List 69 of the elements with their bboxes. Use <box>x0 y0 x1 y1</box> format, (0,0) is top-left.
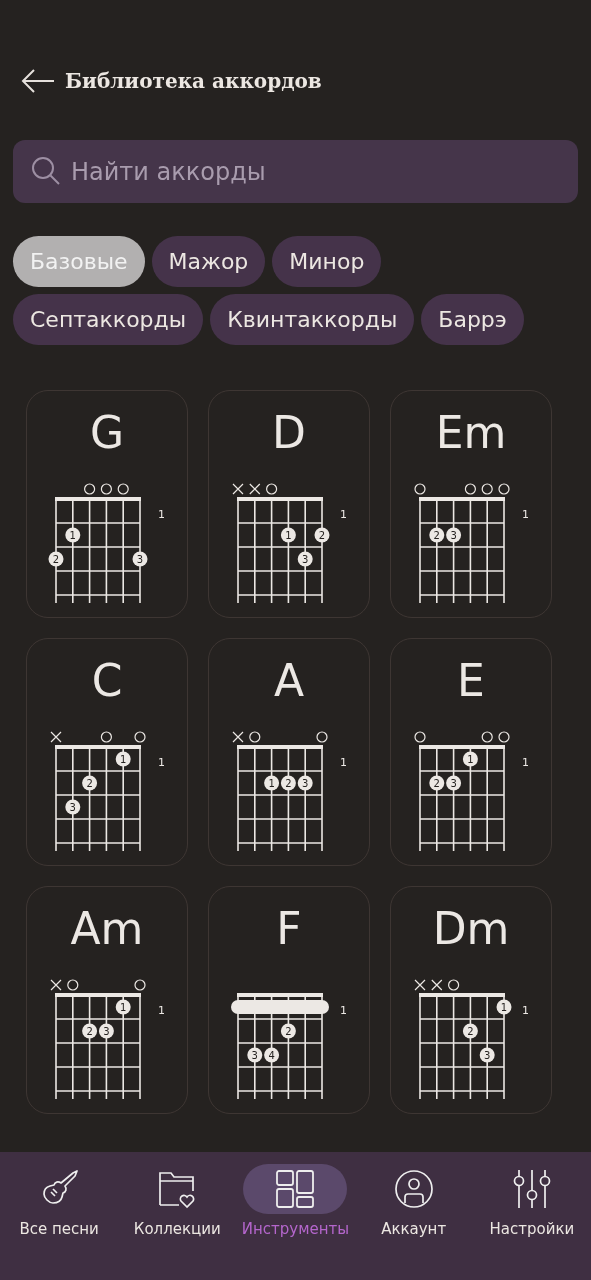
finger-marker: 3 <box>65 799 81 815</box>
finger-marker: 3 <box>247 1047 263 1063</box>
finger-marker: 3 <box>132 551 148 567</box>
nav-tab[interactable]: Настройки <box>475 1164 588 1280</box>
chord-name: A <box>273 654 305 708</box>
finger-marker: 2 <box>429 775 445 791</box>
chord-card[interactable]: E 1 2 3 1 <box>390 638 552 866</box>
chord-card[interactable]: Dm 1 2 3 1 <box>390 886 552 1114</box>
chord-name: Em <box>435 406 507 460</box>
fret-number: 1 <box>522 756 529 769</box>
finger-marker: 1 <box>496 999 512 1015</box>
finger-marker: 1 <box>115 999 131 1015</box>
search-icon <box>31 156 61 186</box>
finger-marker: 2 <box>314 527 330 543</box>
chord-name: C <box>91 654 123 708</box>
settings-icon <box>511 1168 552 1210</box>
filter-chip[interactable]: Минор <box>272 236 382 287</box>
search-field[interactable]: Найти аккорды <box>13 140 578 203</box>
fret-number: 1 <box>340 508 347 521</box>
finger-marker: 4 <box>264 1047 280 1063</box>
chord-name: D <box>272 406 306 460</box>
finger-marker: 1 <box>264 775 280 791</box>
fret-number: 1 <box>158 1004 165 1017</box>
chord-name: F <box>276 902 302 956</box>
fret-number: 1 <box>522 508 529 521</box>
nav-tab[interactable]: Коллекции <box>121 1164 234 1280</box>
finger-marker: 3 <box>297 775 313 791</box>
page-title: Библиотека аккордов <box>65 69 322 93</box>
finger-marker: 3 <box>479 1047 495 1063</box>
finger-marker: 3 <box>98 1023 114 1039</box>
account-icon <box>393 1169 434 1209</box>
chord-card[interactable]: C 1 2 3 1 <box>26 638 188 866</box>
chord-card[interactable]: D 1 2 3 1 <box>208 390 370 618</box>
filter-chip[interactable]: Квинтаккорды <box>210 294 415 345</box>
chord-card[interactable]: F 2 3 4 1 <box>208 886 370 1114</box>
finger-marker: 2 <box>82 1023 98 1039</box>
finger-marker: 1 <box>115 751 131 767</box>
finger-marker: 2 <box>82 775 98 791</box>
filter-chip[interactable]: Септаккорды <box>13 294 204 345</box>
finger-marker: 3 <box>297 551 313 567</box>
fret-number: 1 <box>158 508 165 521</box>
chord-card[interactable]: A 1 2 3 1 <box>208 638 370 866</box>
chord-name: Am <box>70 902 144 956</box>
nav-tab[interactable]: Аккаунт <box>357 1164 470 1280</box>
chord-card[interactable]: G 1 2 3 1 <box>26 390 188 618</box>
finger-marker: 2 <box>462 1023 478 1039</box>
back-arrow-icon[interactable] <box>21 68 55 94</box>
chord-card[interactable]: Am 1 2 3 1 <box>26 886 188 1114</box>
chord-name: E <box>457 654 485 708</box>
fret-number: 1 <box>340 756 347 769</box>
finger-marker: 1 <box>65 527 81 543</box>
nav-tab[interactable]: Все песни <box>3 1164 116 1280</box>
filter-chip[interactable]: Баррэ <box>421 294 524 345</box>
finger-marker: 2 <box>280 1023 296 1039</box>
finger-marker: 1 <box>462 751 478 767</box>
chord-name: Dm <box>432 902 510 956</box>
fret-number: 1 <box>340 1004 347 1017</box>
finger-marker: 2 <box>429 527 445 543</box>
chord-name: G <box>89 406 125 460</box>
finger-marker: 2 <box>280 775 296 791</box>
finger-marker: 1 <box>280 527 296 543</box>
fret-number: 1 <box>522 1004 529 1017</box>
chord-card[interactable]: Em 2 3 1 <box>390 390 552 618</box>
finger-marker: 3 <box>446 775 462 791</box>
finger-marker: 2 <box>48 551 64 567</box>
fret-number: 1 <box>158 756 165 769</box>
filter-chip[interactable]: Мажор <box>151 236 266 287</box>
finger-marker: 3 <box>446 527 462 543</box>
grid-icon <box>275 1169 316 1209</box>
